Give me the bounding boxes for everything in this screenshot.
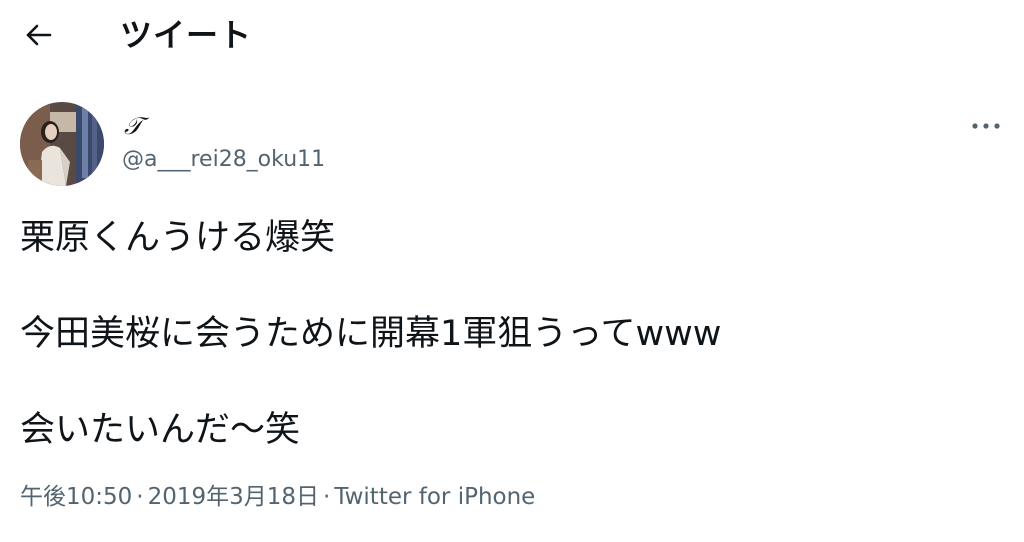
avatar[interactable] [20, 102, 104, 186]
tweet-date[interactable]: 2019年3月18日 [148, 484, 319, 510]
user-handle[interactable]: @a___rei28_oku11 [122, 146, 325, 174]
page-title: ツイート [120, 16, 253, 54]
tweet-meta: 午後10:50 · 2019年3月18日 · Twitter for iPhone [20, 482, 535, 512]
back-button[interactable] [22, 18, 56, 52]
tweet-text: 栗原くんうける爆笑 今田美桜に会うために開幕1軍狙うってwww 会いたいんだ〜笑 [20, 216, 980, 504]
tweet-text-line: 栗原くんうける爆笑 [20, 218, 336, 258]
tweet-text-line: 会いたいんだ〜笑 [20, 410, 301, 450]
profile-photo [20, 102, 104, 186]
meta-separator: · [136, 484, 144, 510]
meta-separator: · [323, 484, 331, 510]
arrow-left-icon [26, 24, 52, 46]
more-button[interactable] [968, 114, 1004, 138]
tweet-source[interactable]: Twitter for iPhone [334, 484, 535, 510]
tweet-text-line: 今田美桜に会うために開幕1軍狙うってwww [20, 314, 722, 354]
more-horizontal-icon [972, 123, 1000, 129]
header-bar: ツイート [0, 0, 1024, 72]
display-name[interactable]: 𝒯 [124, 112, 142, 140]
tweet-page: ツイート 𝒯 @a___rei28_oku11 栗原くんうける爆笑 今田美桜に会… [0, 0, 1024, 542]
tweet-time[interactable]: 午後10:50 [20, 484, 132, 510]
